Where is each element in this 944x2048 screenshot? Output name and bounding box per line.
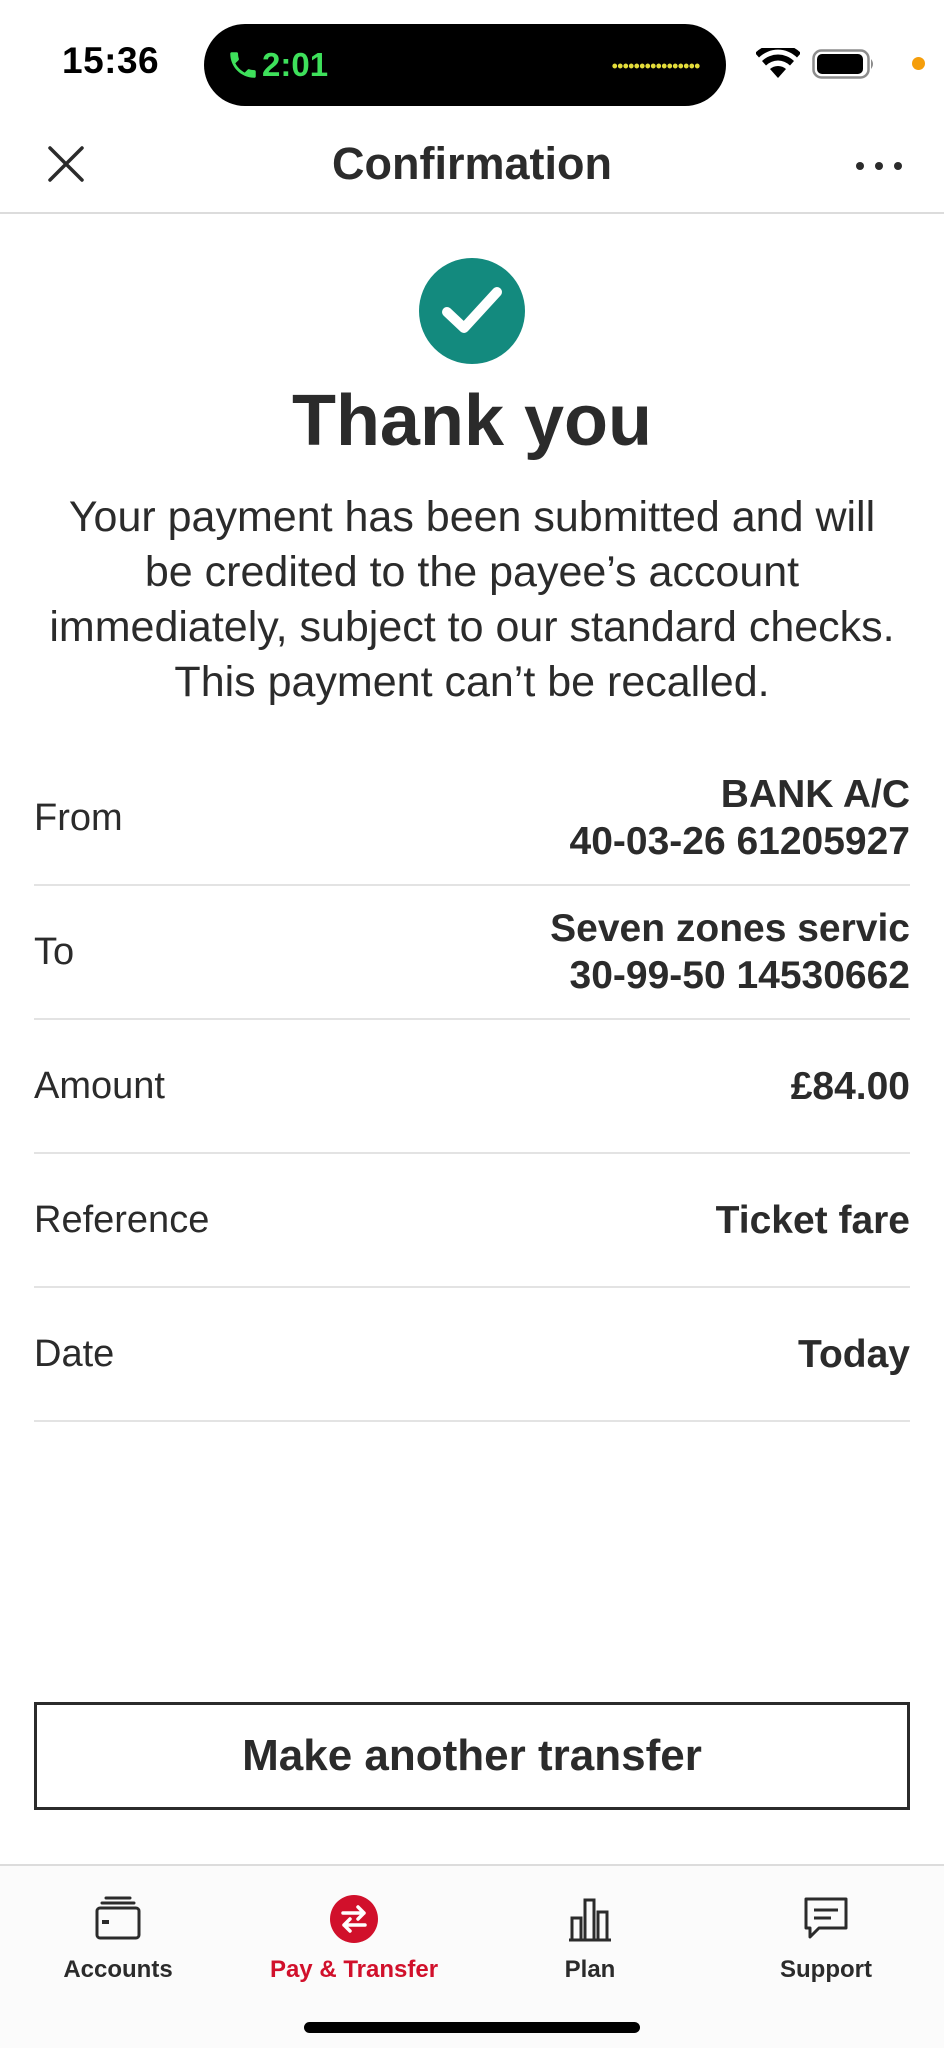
nav-label: Support [780,1956,872,1983]
payee-account-number: 30-99-50 14530662 [569,954,910,997]
wifi-icon [756,48,800,78]
home-indicator[interactable] [304,2022,640,2033]
amount-value: £84.00 [790,1064,910,1108]
thank-you-heading: Thank you [291,381,653,461]
nav-item-pay-transfer[interactable]: Pay & Transfer [236,1880,472,1990]
status-bar: 15:36 2:01 [0,0,944,120]
detail-label: Reference [34,1199,210,1241]
make-another-transfer-button[interactable]: Make another transfer [34,1702,910,1810]
detail-value: BANK A/C 40-03-26 61205927 [570,752,910,884]
detail-value: Seven zones servic 30-99-50 14530662 [550,886,910,1018]
audio-wave-icon [612,63,700,69]
from-account-number: 40-03-26 61205927 [569,820,910,863]
detail-row-to: To Seven zones servic 30-99-50 14530662 [34,886,910,1020]
wallet-icon [95,1896,141,1940]
detail-row-amount: Amount £84.00 [34,1020,910,1154]
page-title: Confirmation [332,138,612,189]
detail-row-from: From BANK A/C 40-03-26 61205927 [34,752,910,886]
more-icon[interactable] [854,160,904,172]
nav-label: Accounts [63,1956,173,1983]
bar-chart-icon [569,1898,611,1942]
detail-label: From [34,797,123,839]
call-duration: 2:01 [262,46,329,83]
check-circle-icon [419,258,525,364]
detail-label: Date [34,1333,115,1375]
detail-row-reference: Reference Ticket fare [34,1154,910,1288]
detail-value: Today [798,1288,910,1420]
phone-icon [230,52,256,78]
from-account-name: BANK A/C [720,773,910,816]
payee-name: Seven zones servic [550,907,910,950]
nav-label: Pay & Transfer [269,1956,439,1983]
chat-icon [804,1897,848,1939]
call-indicator[interactable]: 2:01 [204,24,726,106]
detail-label: Amount [34,1065,165,1107]
app-header: Confirmation [0,120,944,214]
nav-label: Plan [564,1956,616,1983]
nav-item-support[interactable]: Support [708,1880,944,1990]
status-time: 15:36 [62,40,160,81]
detail-label: To [34,931,75,973]
payment-details: From BANK A/C 40-03-26 61205927 To Seven… [34,752,910,1422]
reference-value: Ticket fare [715,1198,910,1242]
transfer-icon [330,1895,378,1943]
detail-row-date: Date Today [34,1288,910,1422]
privacy-indicator [912,57,925,70]
detail-value: £84.00 [791,1020,910,1152]
battery-icon [812,49,873,79]
nav-item-plan[interactable]: Plan [472,1880,708,1990]
date-value: Today [798,1332,910,1376]
nav-item-accounts[interactable]: Accounts [0,1880,236,1990]
bottom-nav: Accounts Pay & Transfer Plan Support [0,1864,944,2048]
detail-value: Ticket fare [716,1154,910,1286]
confirmation-message: Your payment has been submitted and will… [49,493,895,706]
